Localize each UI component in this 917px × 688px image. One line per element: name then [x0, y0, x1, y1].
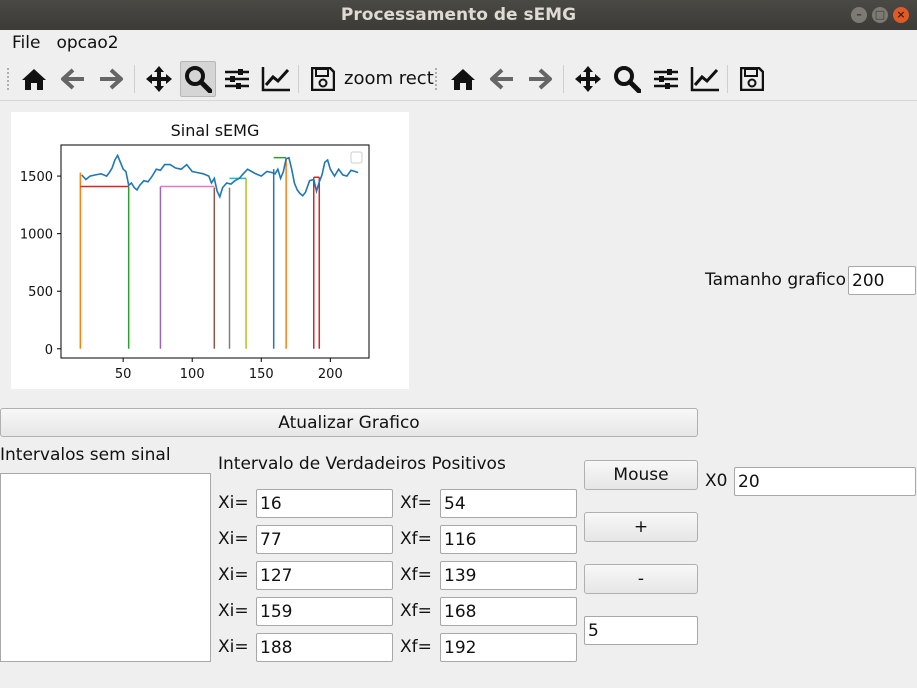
toolbar-grip[interactable] — [6, 67, 10, 91]
zoom-icon[interactable] — [609, 61, 645, 97]
semg-signal-line — [81, 153, 359, 200]
edit-curves-icon[interactable] — [258, 61, 294, 97]
toolbar: zoom rect — [0, 57, 917, 101]
y-tick-label: 0 — [45, 343, 53, 358]
forward-arrow-icon[interactable] — [93, 61, 129, 97]
window-titlebar: Processamento de sEMG – □ × — [0, 0, 917, 30]
xf-input-value: 54 — [444, 493, 466, 514]
xf-label: Xf= — [400, 565, 432, 585]
step-input[interactable]: 5 — [584, 616, 698, 645]
xf-label: Xf= — [400, 601, 432, 621]
x-tick-label: 200 — [318, 367, 343, 382]
xf-input-value: 139 — [444, 565, 477, 586]
update-chart-button-label: Atualizar Grafico — [278, 412, 420, 433]
xf-input[interactable]: 168 — [440, 597, 577, 626]
save-icon[interactable] — [734, 61, 770, 97]
chart-title: Sinal sEMG — [171, 121, 260, 140]
maximize-button[interactable]: □ — [872, 7, 888, 23]
update-chart-button[interactable]: Atualizar Grafico — [0, 408, 698, 437]
back-arrow-icon[interactable] — [55, 61, 91, 97]
y-tick-label: 500 — [28, 285, 53, 300]
plus-button[interactable]: + — [584, 512, 698, 542]
mouse-button-label: Mouse — [613, 465, 669, 485]
menu-file[interactable]: File — [12, 33, 40, 53]
silent-intervals-label: Intervalos sem sinal — [0, 445, 171, 465]
toolbar-grip[interactable] — [434, 67, 438, 91]
silent-intervals-list[interactable] — [0, 473, 211, 662]
x0-label: X0 — [705, 471, 728, 491]
xi-input[interactable]: 188 — [256, 633, 393, 662]
x0-input[interactable]: 20 — [734, 467, 916, 496]
xi-input-value: 127 — [260, 565, 293, 586]
xi-input[interactable]: 159 — [256, 597, 393, 626]
xi-input[interactable]: 16 — [256, 489, 393, 518]
toolbar-mode-text: zoom rect — [344, 68, 434, 89]
forward-arrow-icon[interactable] — [522, 61, 558, 97]
xi-input[interactable]: 127 — [256, 561, 393, 590]
plot-canvas[interactable]: Sinal sEMG 50 100 150 200 0 500 1000 1500 — [11, 112, 409, 389]
edit-curves-icon[interactable] — [687, 61, 723, 97]
save-icon[interactable] — [305, 61, 341, 97]
plus-button-label: + — [633, 517, 649, 537]
toolbar-separator — [134, 65, 135, 93]
xf-label: Xf= — [400, 493, 432, 513]
size-input[interactable]: 200 — [848, 266, 916, 295]
xi-input[interactable]: 77 — [256, 525, 393, 554]
zoom-icon[interactable] — [180, 61, 216, 97]
home-icon[interactable] — [16, 61, 52, 97]
pan-icon[interactable] — [141, 61, 177, 97]
close-button[interactable]: × — [893, 7, 909, 23]
y-tick-label: 1500 — [20, 170, 53, 185]
x0-input-value: 20 — [738, 471, 760, 492]
size-input-value: 200 — [852, 270, 885, 291]
xf-input[interactable]: 192 — [440, 633, 577, 662]
xi-label: Xi= — [218, 493, 249, 513]
xi-input-value: 188 — [260, 637, 293, 658]
configure-subplots-icon[interactable] — [219, 61, 255, 97]
xf-input[interactable]: 54 — [440, 489, 577, 518]
semg-chart: Sinal sEMG 50 100 150 200 0 500 1000 1500 — [20, 121, 370, 382]
menu-bar: File opcao2 — [0, 30, 917, 56]
xi-input-value: 16 — [260, 493, 282, 514]
pan-icon[interactable] — [570, 61, 606, 97]
y-tick-label: 1000 — [20, 228, 53, 243]
xi-label: Xi= — [218, 529, 249, 549]
window-title: Processamento de sEMG — [340, 5, 577, 25]
back-arrow-icon[interactable] — [484, 61, 520, 97]
minimize-button[interactable]: – — [851, 7, 867, 23]
home-icon[interactable] — [445, 61, 481, 97]
toolbar-separator — [727, 65, 728, 93]
xf-label: Xf= — [400, 529, 432, 549]
xf-input[interactable]: 139 — [440, 561, 577, 590]
toolbar-separator — [563, 65, 564, 93]
xf-input-value: 168 — [444, 601, 477, 622]
step-input-value: 5 — [588, 620, 599, 641]
configure-subplots-icon[interactable] — [648, 61, 684, 97]
minus-button[interactable]: - — [584, 564, 698, 594]
menu-opcao2[interactable]: opcao2 — [56, 33, 118, 53]
xf-input-value: 116 — [444, 529, 477, 550]
xi-label: Xi= — [218, 601, 249, 621]
legend-box — [350, 151, 363, 164]
xi-label: Xi= — [218, 637, 249, 657]
xi-input-value: 77 — [260, 529, 282, 550]
xi-label: Xi= — [218, 565, 249, 585]
xf-label: Xf= — [400, 637, 432, 657]
toolbar-separator — [298, 65, 299, 93]
xi-input-value: 159 — [260, 601, 293, 622]
x-tick-label: 50 — [115, 367, 132, 382]
mouse-button[interactable]: Mouse — [584, 460, 698, 490]
xf-input[interactable]: 116 — [440, 525, 577, 554]
xf-input-value: 192 — [444, 637, 477, 658]
true-positive-label: Intervalo de Verdadeiros Positivos — [218, 454, 506, 474]
size-label: Tamanho grafico — [705, 270, 846, 290]
x-tick-label: 100 — [180, 367, 205, 382]
minus-button-label: - — [637, 569, 645, 589]
x-tick-label: 150 — [249, 367, 274, 382]
